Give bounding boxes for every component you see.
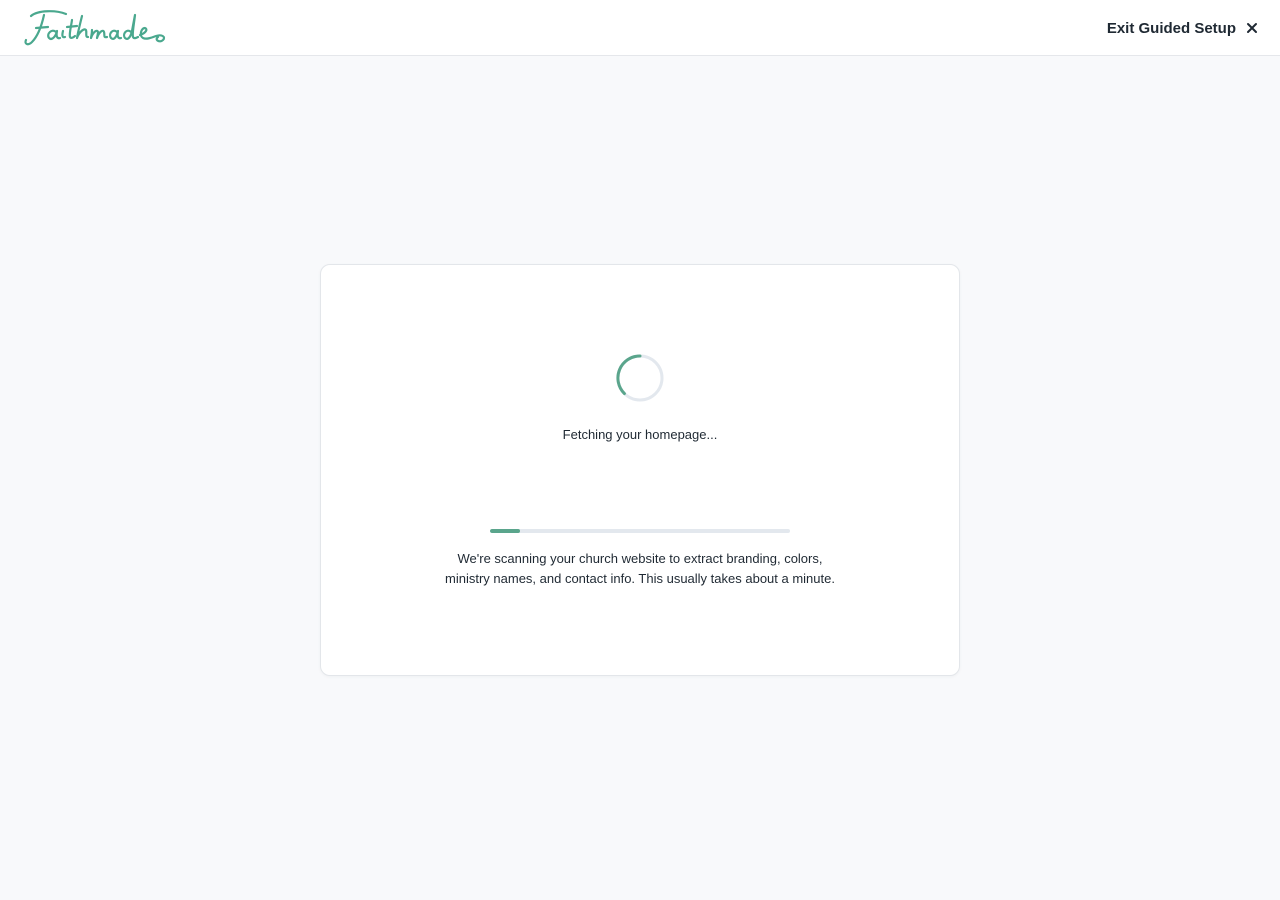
progress-bar-fill xyxy=(490,529,520,533)
loading-spinner-icon xyxy=(616,354,664,402)
loading-card: Fetching your homepage... We're scanning… xyxy=(320,264,960,676)
close-icon xyxy=(1247,23,1257,33)
progress-bar xyxy=(490,529,790,533)
logo-wordmark xyxy=(24,10,166,46)
faithmade-logo[interactable] xyxy=(22,6,168,48)
top-bar: Exit Guided Setup xyxy=(0,0,1280,56)
exit-guided-setup-button[interactable]: Exit Guided Setup xyxy=(1107,16,1258,40)
exit-guided-setup-label: Exit Guided Setup xyxy=(1106,19,1236,37)
loading-status: Fetching your homepage... xyxy=(562,427,718,442)
loading-description: We're scanning your church website to ex… xyxy=(445,551,835,586)
